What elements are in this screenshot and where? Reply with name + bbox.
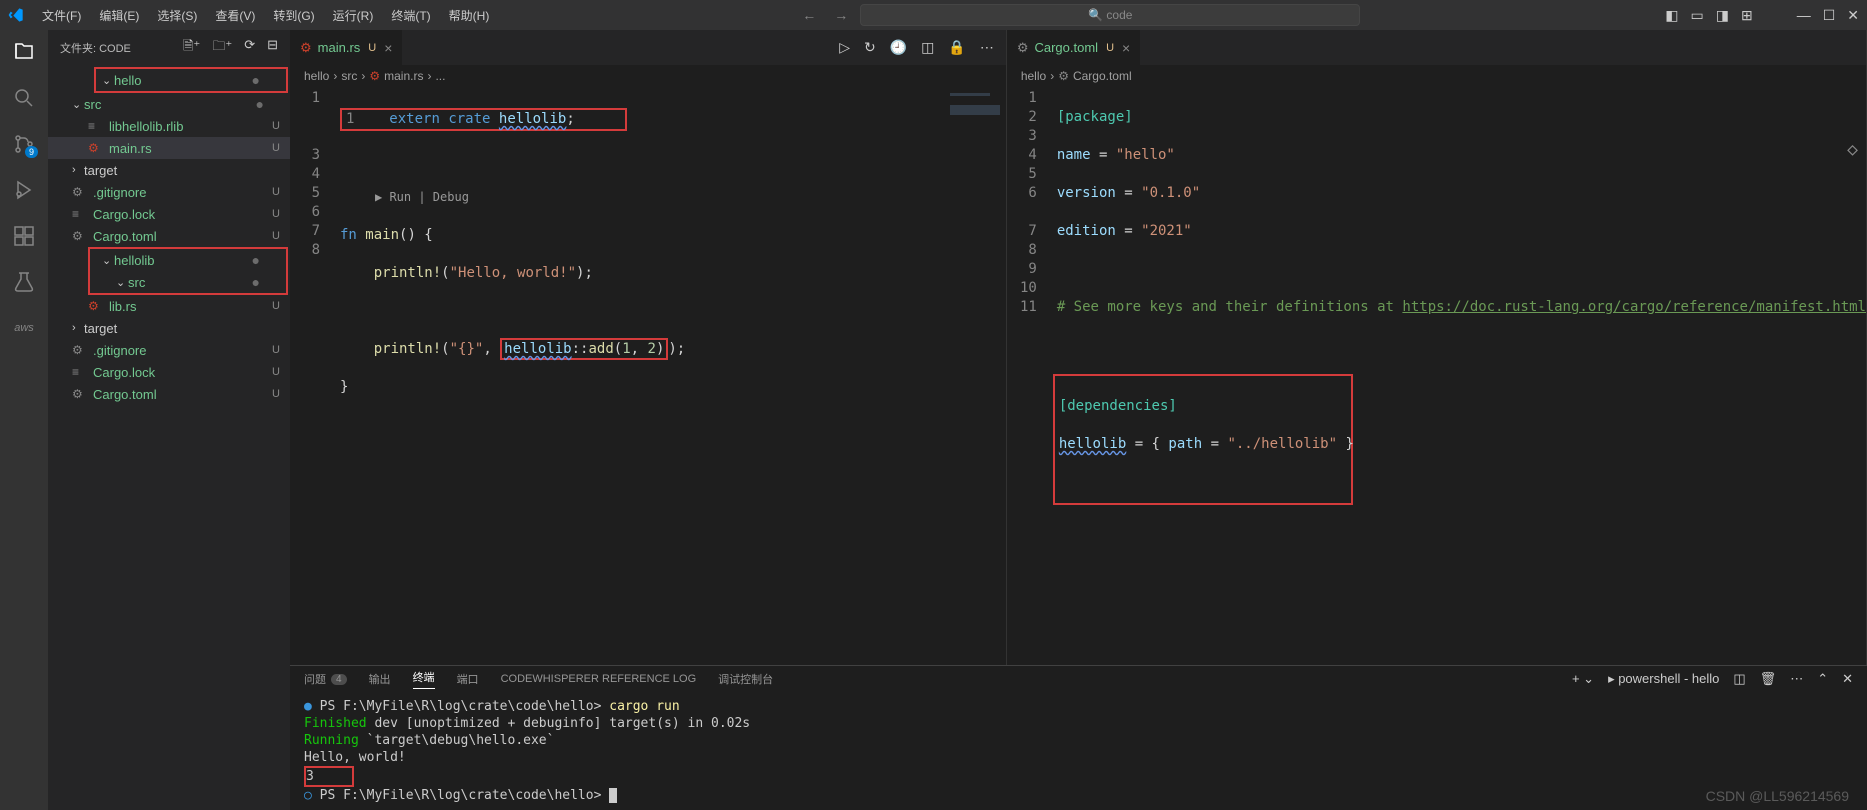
window-maximize-icon[interactable]: ☐ bbox=[1823, 7, 1836, 24]
panel-tab-ports[interactable]: 端口 bbox=[457, 671, 479, 687]
editor-right[interactable]: ◇ 123456 7891011 [package] name = "hello… bbox=[1007, 87, 1866, 665]
layout-sidebar-left-icon[interactable]: ◧ bbox=[1665, 7, 1678, 24]
codelens-run-debug[interactable]: ▶ Run | Debug bbox=[375, 188, 946, 207]
nav-forward-icon[interactable]: → bbox=[834, 7, 848, 23]
new-file-icon[interactable]: 🗎⁺ bbox=[183, 37, 200, 59]
tree-file-cargolock[interactable]: ≡Cargo.lockU bbox=[48, 203, 290, 225]
run-icon[interactable]: ▷ bbox=[839, 39, 850, 56]
menu-select[interactable]: 选择(S) bbox=[149, 3, 205, 28]
tree-file-cargotoml[interactable]: ⚙Cargo.tomlU bbox=[48, 225, 290, 247]
tree-folder-target2[interactable]: ›target bbox=[48, 317, 290, 339]
tree-file-mainrs[interactable]: ⚙main.rsU bbox=[48, 137, 290, 159]
layout-sidebar-right-icon[interactable]: ◨ bbox=[1716, 7, 1729, 24]
gutter-left: 1 345678 bbox=[290, 87, 340, 665]
kill-terminal-icon[interactable]: 🗑 bbox=[1760, 671, 1777, 687]
title-bar: 文件(F) 编辑(E) 选择(S) 查看(V) 转到(G) 运行(R) 终端(T… bbox=[0, 0, 1867, 30]
minimap-left[interactable] bbox=[946, 87, 1006, 665]
menu-file[interactable]: 文件(F) bbox=[34, 3, 89, 28]
activity-debug-icon[interactable] bbox=[12, 178, 36, 202]
tree-folder-src[interactable]: ⌄src● bbox=[48, 93, 290, 115]
tree-folder-hellolib[interactable]: ⌄hellolib● bbox=[90, 249, 286, 271]
menu-help[interactable]: 帮助(H) bbox=[441, 3, 498, 28]
split-icon[interactable]: ◫ bbox=[921, 39, 934, 56]
tree-file-librs[interactable]: ⚙lib.rsU bbox=[48, 295, 290, 317]
menu-terminal[interactable]: 终端(T) bbox=[383, 3, 438, 28]
panel-tab-output[interactable]: 输出 bbox=[369, 671, 391, 687]
execute-icon[interactable]: ↻ bbox=[864, 39, 876, 56]
activity-extensions-icon[interactable] bbox=[12, 224, 36, 248]
activity-search-icon[interactable] bbox=[12, 86, 36, 110]
window-close-icon[interactable]: ✕ bbox=[1847, 7, 1859, 24]
command-center-search[interactable]: 🔍 code bbox=[860, 4, 1360, 26]
new-terminal-icon[interactable]: + ⌄ bbox=[1572, 671, 1594, 687]
codewhisperer-icon[interactable]: ◇ bbox=[1847, 139, 1858, 160]
window-minimize-icon[interactable]: — bbox=[1797, 7, 1811, 23]
panel-maximize-icon[interactable]: ⌃ bbox=[1817, 671, 1828, 687]
menu-bar: 文件(F) 编辑(E) 选择(S) 查看(V) 转到(G) 运行(R) 终端(T… bbox=[34, 3, 497, 28]
tree-folder-src2[interactable]: ⌄src● bbox=[90, 271, 286, 293]
explorer-sidebar: 文件夹: CODE 🗎⁺ 🗀⁺ ⟳ ⊟ ⌄hello● ⌄src● ≡libhe… bbox=[48, 30, 290, 810]
panel-close-icon[interactable]: ✕ bbox=[1842, 671, 1853, 687]
activity-aws-icon[interactable]: aws bbox=[12, 316, 36, 340]
bottom-panel: 问题4 输出 终端 端口 CODEWHISPERER REFERENCE LOG… bbox=[290, 665, 1867, 810]
tree-file-cargolock2[interactable]: ≡Cargo.lockU bbox=[48, 361, 290, 383]
layout-panel-icon[interactable]: ▭ bbox=[1691, 7, 1704, 24]
collapse-all-icon[interactable]: ⊟ bbox=[267, 37, 278, 59]
history-icon[interactable]: 🕘 bbox=[890, 39, 907, 56]
tree-file-libhellolib[interactable]: ≡libhellolib.rlibU bbox=[48, 115, 290, 137]
panel-more-icon[interactable]: ⋯ bbox=[1790, 671, 1803, 687]
activity-testing-icon[interactable] bbox=[12, 270, 36, 294]
nav-back-icon[interactable]: ← bbox=[802, 7, 816, 23]
tab-close-icon[interactable]: × bbox=[384, 40, 392, 56]
tree-file-gitignore2[interactable]: ⚙.gitignoreU bbox=[48, 339, 290, 361]
editor-group-left: ⚙main.rsU× ▷ ↻ 🕘 ◫ 🔒 ⋯ hello › src › ⚙ m… bbox=[290, 30, 1007, 665]
editor-left[interactable]: 1 345678 1 extern crate hellolib; ▶ Run … bbox=[290, 87, 1006, 665]
menu-view[interactable]: 查看(V) bbox=[207, 3, 263, 28]
panel-tab-problems[interactable]: 问题4 bbox=[304, 671, 347, 687]
tab-mainrs[interactable]: ⚙main.rsU× bbox=[290, 30, 403, 65]
layout-customize-icon[interactable]: ⊞ bbox=[1741, 7, 1753, 24]
tree-file-gitignore[interactable]: ⚙.gitignoreU bbox=[48, 181, 290, 203]
terminal-content[interactable]: ● PS F:\MyFile\R\log\crate\code\hello> c… bbox=[290, 692, 1867, 810]
tree-folder-target[interactable]: ›target bbox=[48, 159, 290, 181]
lock-icon[interactable]: 🔒 bbox=[948, 39, 965, 56]
tab-cargotoml[interactable]: ⚙Cargo.tomlU× bbox=[1007, 30, 1141, 65]
breadcrumb-left[interactable]: hello › src › ⚙ main.rs › ... bbox=[290, 65, 1006, 87]
file-tree: ⌄hello● ⌄src● ≡libhellolib.rlibU ⚙main.r… bbox=[48, 65, 290, 810]
new-folder-icon[interactable]: 🗀⁺ bbox=[212, 37, 232, 59]
panel-tab-debug[interactable]: 调试控制台 bbox=[718, 671, 773, 687]
panel-tab-terminal[interactable]: 终端 bbox=[413, 669, 435, 689]
tree-folder-hello[interactable]: ⌄hello● bbox=[96, 69, 286, 91]
split-terminal-icon[interactable]: ◫ bbox=[1733, 671, 1745, 687]
tab-close-icon[interactable]: × bbox=[1122, 40, 1130, 56]
activity-explorer-icon[interactable] bbox=[12, 40, 36, 64]
activity-bar: 9 aws bbox=[0, 30, 48, 810]
editor-group-right: ⚙Cargo.tomlU× hello › ⚙ Cargo.toml ◇ 123… bbox=[1007, 30, 1867, 665]
menu-go[interactable]: 转到(G) bbox=[265, 3, 322, 28]
refresh-icon[interactable]: ⟳ bbox=[244, 37, 255, 59]
terminal-label[interactable]: ▸ powershell - hello bbox=[1608, 671, 1719, 687]
activity-scm-icon[interactable]: 9 bbox=[12, 132, 36, 156]
breadcrumb-right[interactable]: hello › ⚙ Cargo.toml bbox=[1007, 65, 1866, 87]
menu-edit[interactable]: 编辑(E) bbox=[91, 3, 147, 28]
panel-tab-cwref[interactable]: CODEWHISPERER REFERENCE LOG bbox=[501, 673, 697, 685]
menu-run[interactable]: 运行(R) bbox=[325, 3, 382, 28]
watermark: CSDN @LL596214569 bbox=[1706, 788, 1849, 804]
gutter-right: 123456 7891011 bbox=[1007, 87, 1057, 665]
tree-file-cargotoml2[interactable]: ⚙Cargo.tomlU bbox=[48, 383, 290, 405]
more-icon[interactable]: ⋯ bbox=[980, 39, 994, 56]
sidebar-title: 文件夹: CODE bbox=[60, 40, 131, 56]
vscode-logo-icon bbox=[8, 7, 24, 23]
